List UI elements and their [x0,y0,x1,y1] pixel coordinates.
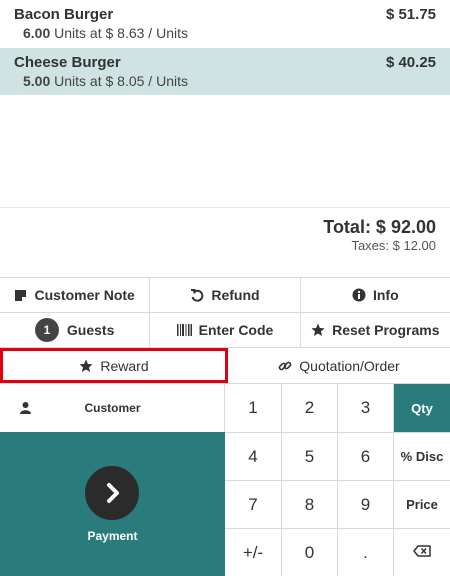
customer-button[interactable]: Customer [0,383,225,432]
reset-programs-label: Reset Programs [332,322,440,338]
orderline-qty: 6.00 [23,25,51,41]
orderline-name: Cheese Burger [14,54,121,71]
payment-label: Payment [87,529,138,543]
numpad-key-3[interactable]: 3 [338,383,394,432]
customer-note-label: Customer Note [34,287,135,303]
orderline-name: Bacon Burger [14,6,114,23]
orderlines-list: Bacon Burger $ 51.75 6.00 Units at $ 8.6… [0,0,450,207]
orderline-cheese-burger[interactable]: Cheese Burger $ 40.25 5.00 Units at $ 8.… [0,48,450,95]
numpad-key-1[interactable]: 1 [225,383,282,432]
refund-icon [190,288,204,302]
note-icon [14,289,27,302]
link-icon [278,359,292,373]
orderline-qty: 5.00 [23,73,51,89]
numpad-decimal[interactable]: . [338,528,394,576]
enter-code-label: Enter Code [198,322,274,338]
chevron-right-icon [85,466,139,520]
numpad: 1 2 3 Qty 4 5 6 % Disc 7 8 9 Price +/- 0… [225,383,450,576]
guests-button[interactable]: 1 Guests [0,313,151,347]
discount-mode-button[interactable]: % Disc [394,432,450,480]
info-button[interactable]: Info [300,278,450,312]
guests-label: Guests [66,322,115,338]
numpad-key-8[interactable]: 8 [282,480,338,528]
actionpad: Customer Payment [0,383,225,576]
barcode-icon [176,324,192,336]
customer-note-button[interactable]: Customer Note [0,278,151,312]
quotation-order-label: Quotation/Order [299,357,400,374]
reset-programs-button[interactable]: Reset Programs [300,313,450,347]
price-mode-button[interactable]: Price [394,480,450,528]
info-label: Info [372,287,399,303]
quotation-order-button[interactable]: Quotation/Order [228,348,450,383]
refund-label: Refund [211,287,260,303]
numpad-key-5[interactable]: 5 [282,432,338,480]
qty-mode-button[interactable]: Qty [394,383,450,432]
order-summary: Total: $ 92.00 Taxes: $ 12.00 [0,207,450,277]
backspace-button[interactable] [394,528,450,576]
reward-button[interactable]: Reward [0,348,228,383]
backspace-icon [413,545,431,560]
numpad-key-6[interactable]: 6 [338,432,394,480]
numpad-key-9[interactable]: 9 [338,480,394,528]
numpad-key-4[interactable]: 4 [225,432,282,480]
reward-label: Reward [100,357,149,374]
numpad-plus-minus[interactable]: +/- [225,528,282,576]
orderline-unit-text: Units at $ 8.05 / Units [50,73,188,89]
customer-label: Customer [84,401,141,415]
refund-button[interactable]: Refund [150,278,301,312]
orderline-unit-text: Units at $ 8.63 / Units [50,25,188,41]
orderline-price: $ 51.75 [385,6,436,23]
orderline-info: 6.00 Units at $ 8.63 / Units [23,25,188,41]
star-icon [311,323,325,337]
control-row-2: 1 Guests Enter Code Reset Programs [0,312,450,347]
orderline-info: 5.00 Units at $ 8.05 / Units [23,73,188,89]
info-icon [352,288,366,302]
orderline-bacon-burger[interactable]: Bacon Burger $ 51.75 6.00 Units at $ 8.6… [0,0,450,47]
star-icon [79,359,93,373]
control-row-3: Reward Quotation/Order [0,347,450,383]
numpad-key-7[interactable]: 7 [225,480,282,528]
order-total: Total: $ 92.00 [323,217,436,237]
enter-code-button[interactable]: Enter Code [150,313,301,347]
numpad-key-2[interactable]: 2 [282,383,338,432]
order-taxes: Taxes: $ 12.00 [351,238,436,253]
payment-button[interactable]: Payment [0,432,225,576]
orderline-price: $ 40.25 [385,54,436,71]
control-row-1: Customer Note Refund Info [0,277,450,312]
numpad-key-0[interactable]: 0 [282,528,338,576]
guests-count-badge: 1 [34,318,59,342]
